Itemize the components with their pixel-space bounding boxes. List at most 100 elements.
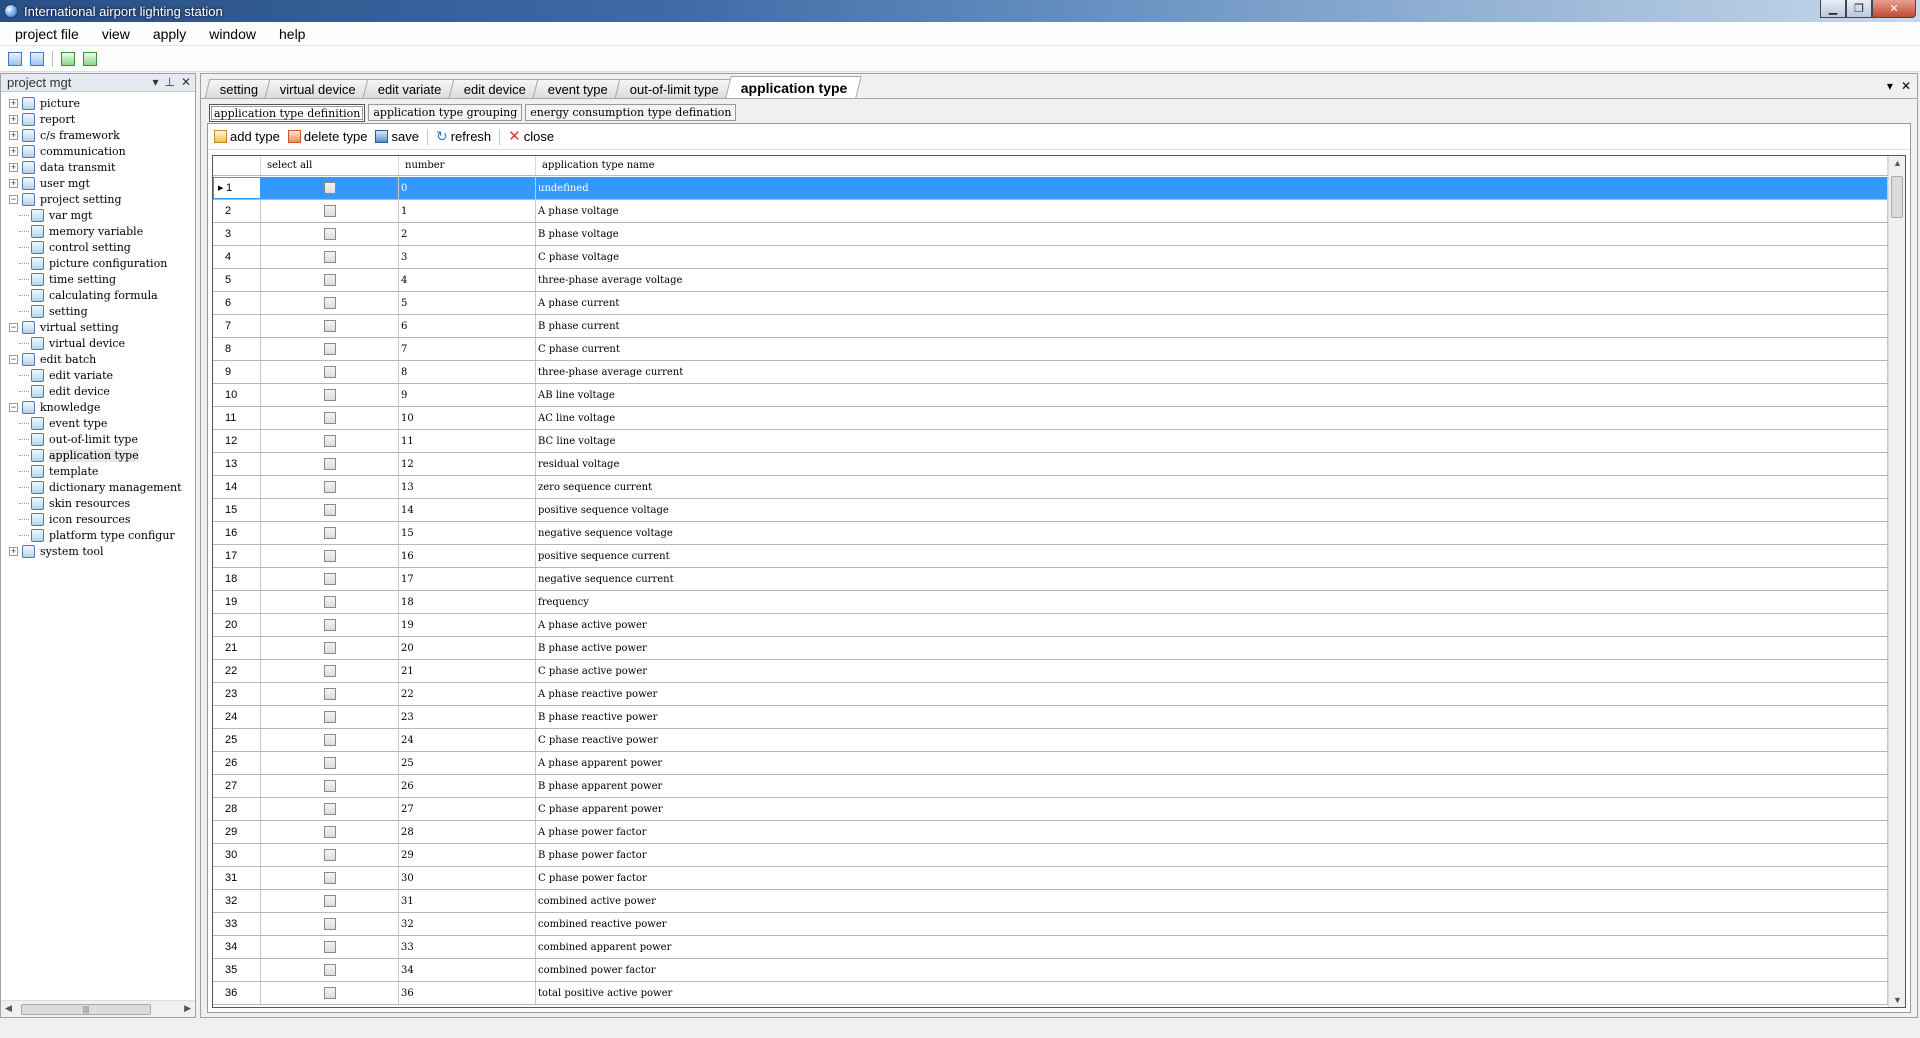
table-row[interactable]: 17 16 positive sequence current	[213, 545, 1888, 568]
row-header[interactable]: 27	[213, 775, 261, 797]
name-cell[interactable]: B phase reactive power	[536, 706, 1888, 728]
tree-item[interactable]: + user mgt	[1, 175, 195, 191]
name-column-header[interactable]: application type name	[536, 156, 1888, 175]
row-checkbox[interactable]	[323, 504, 336, 516]
name-cell[interactable]: negative sequence current	[536, 568, 1888, 590]
row-checkbox[interactable]	[323, 343, 336, 355]
row-checkbox[interactable]	[323, 527, 336, 539]
table-row[interactable]: 25 24 C phase reactive power	[213, 729, 1888, 752]
import-icon[interactable]	[83, 51, 97, 66]
table-row[interactable]: 21 20 B phase active power	[213, 637, 1888, 660]
number-column-header[interactable]: number	[399, 156, 536, 175]
minimize-button[interactable]: ▁	[1820, 0, 1846, 18]
tree-item[interactable]: skin resources	[1, 495, 195, 511]
table-row[interactable]: 9 8 three-phase average current	[213, 361, 1888, 384]
table-row[interactable]: 20 19 A phase active power	[213, 614, 1888, 637]
name-cell[interactable]: B phase apparent power	[536, 775, 1888, 797]
number-cell[interactable]: 16	[399, 545, 536, 567]
collapse-icon[interactable]: −	[9, 402, 18, 412]
add-icon[interactable]	[61, 51, 75, 66]
sub-tab[interactable]: energy consumption type defination	[525, 104, 737, 121]
scroll-down-icon[interactable]: ▼	[1893, 995, 1902, 1005]
expand-icon[interactable]: +	[9, 98, 18, 108]
document-tab[interactable]: virtual device	[264, 79, 370, 98]
row-header[interactable]: 3	[213, 223, 261, 245]
table-row[interactable]: 15 14 positive sequence voltage	[213, 499, 1888, 522]
row-header[interactable]: 7	[213, 315, 261, 337]
row-checkbox[interactable]	[323, 780, 336, 792]
row-header[interactable]: 11	[213, 407, 261, 429]
row-checkbox[interactable]	[323, 435, 336, 447]
row-header[interactable]: 22	[213, 660, 261, 682]
number-cell[interactable]: 21	[399, 660, 536, 682]
number-cell[interactable]: 5	[399, 292, 536, 314]
tree-item[interactable]: var mgt	[1, 207, 195, 223]
number-cell[interactable]: 24	[399, 729, 536, 751]
row-header[interactable]: 13	[213, 453, 261, 475]
number-cell[interactable]: 0	[399, 177, 536, 199]
row-checkbox[interactable]	[323, 251, 336, 263]
row-checkbox[interactable]	[323, 803, 336, 815]
row-checkbox[interactable]	[323, 596, 336, 608]
open-picture-icon[interactable]	[30, 51, 44, 66]
expand-icon[interactable]: +	[9, 130, 18, 140]
table-row[interactable]: 27 26 B phase apparent power	[213, 775, 1888, 798]
row-checkbox[interactable]	[323, 642, 336, 654]
tree-item[interactable]: icon resources	[1, 511, 195, 527]
save-button[interactable]: save	[375, 129, 419, 144]
number-cell[interactable]: 20	[399, 637, 536, 659]
menu-window[interactable]: window	[201, 26, 264, 42]
table-row[interactable]: 23 22 A phase reactive power	[213, 683, 1888, 706]
number-cell[interactable]: 7	[399, 338, 536, 360]
tree-item[interactable]: + c/s framework	[1, 127, 195, 143]
table-row[interactable]: 35 34 combined power factor	[213, 959, 1888, 982]
row-header[interactable]: 4	[213, 246, 261, 268]
row-header[interactable]: 2	[213, 200, 261, 222]
name-cell[interactable]: AC line voltage	[536, 407, 1888, 429]
row-checkbox[interactable]	[323, 274, 336, 286]
table-row[interactable]: 19 18 frequency	[213, 591, 1888, 614]
number-cell[interactable]: 11	[399, 430, 536, 452]
expand-icon[interactable]: +	[9, 546, 18, 556]
row-checkbox[interactable]	[323, 665, 336, 677]
row-checkbox[interactable]	[323, 412, 336, 424]
tree-item[interactable]: + communication	[1, 143, 195, 159]
select-all-header[interactable]: select all	[261, 156, 399, 175]
table-row[interactable]: 12 11 BC line voltage	[213, 430, 1888, 453]
add-type-button[interactable]: add type	[214, 129, 280, 144]
number-cell[interactable]: 9	[399, 384, 536, 406]
number-cell[interactable]: 26	[399, 775, 536, 797]
table-row[interactable]: 32 31 combined active power	[213, 890, 1888, 913]
row-checkbox[interactable]	[323, 964, 336, 976]
name-cell[interactable]: C phase apparent power	[536, 798, 1888, 820]
tree-item[interactable]: calculating formula	[1, 287, 195, 303]
table-row[interactable]: 33 32 combined reactive power	[213, 913, 1888, 936]
row-checkbox[interactable]	[323, 941, 336, 953]
table-row[interactable]: 30 29 B phase power factor	[213, 844, 1888, 867]
panel-dropdown-icon[interactable]: ▾	[152, 75, 158, 89]
table-row[interactable]: 29 28 A phase power factor	[213, 821, 1888, 844]
name-cell[interactable]: C phase voltage	[536, 246, 1888, 268]
row-checkbox[interactable]	[323, 297, 336, 309]
row-header[interactable]: 28	[213, 798, 261, 820]
tree-horizontal-scrollbar[interactable]: ◀ ||| ▶	[1, 1000, 195, 1017]
tree-item[interactable]: + picture	[1, 95, 195, 111]
row-checkbox[interactable]	[323, 481, 336, 493]
row-header[interactable]: 34	[213, 936, 261, 958]
scroll-right-icon[interactable]: ▶	[184, 1003, 191, 1014]
row-header[interactable]: 20	[213, 614, 261, 636]
document-tab[interactable]: event type	[532, 79, 622, 98]
tree-item[interactable]: out-of-limit type	[1, 431, 195, 447]
name-cell[interactable]: negative sequence voltage	[536, 522, 1888, 544]
tree-item[interactable]: + system tool	[1, 543, 195, 559]
row-header[interactable]: 19	[213, 591, 261, 613]
tree-item[interactable]: control setting	[1, 239, 195, 255]
row-header[interactable]: 18	[213, 568, 261, 590]
table-row[interactable]: 31 30 C phase power factor	[213, 867, 1888, 890]
document-tab[interactable]: edit device	[448, 79, 540, 98]
name-cell[interactable]: residual voltage	[536, 453, 1888, 475]
tree-item[interactable]: setting	[1, 303, 195, 319]
close-window-button[interactable]: ✕	[1872, 0, 1916, 18]
menu-view[interactable]: view	[94, 26, 138, 42]
row-header[interactable]: 8	[213, 338, 261, 360]
